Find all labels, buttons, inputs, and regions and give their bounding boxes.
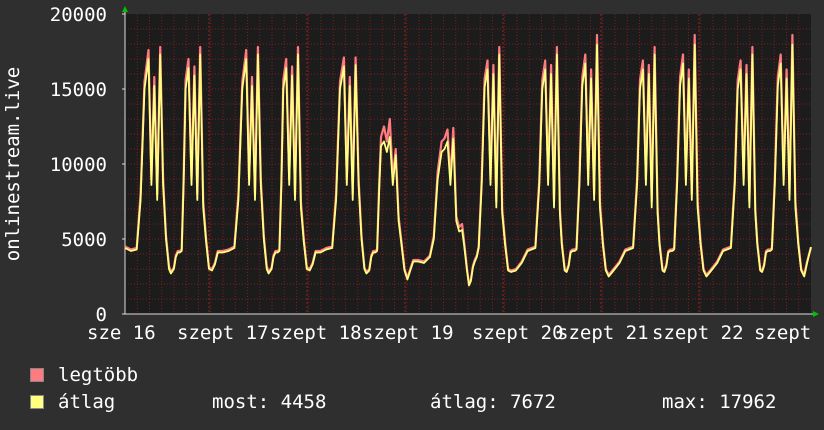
stat-avg: átlag: 7672 — [430, 391, 556, 413]
y-tick-label: 20000 — [50, 4, 107, 26]
x-axis: sze 16 szept 17 szept 18 szept 19 szept 20sz… — [87, 313, 813, 344]
stat-now: most: 4458 — [212, 391, 327, 413]
x-tick-label: szept — [754, 322, 811, 344]
x-tick-label: sze 16 — [87, 322, 156, 344]
x-tick-label: szept 21 — [557, 322, 649, 344]
legend-label-avg: átlag — [58, 391, 116, 413]
x-axis-arrow-icon — [813, 311, 819, 317]
y-tick-label: 10000 — [50, 154, 107, 176]
legend-item-avg: átlag — [30, 391, 115, 413]
x-tick-label: szept 22 — [652, 322, 744, 344]
chart-root: 0 5000 10000 15000 20000 sze 16 szept 17 szept… — [0, 0, 824, 430]
traffic-line-chart: 05000100001500020000 sze 16 szept 17 szept… — [2, 4, 819, 344]
legend-item-max: legtöbb — [30, 364, 138, 386]
x-tick-label: szept 20 — [472, 322, 564, 344]
x-tick-label: szept 17 — [177, 322, 269, 344]
y-axis-arrow-icon — [122, 6, 128, 12]
y-axis-label: onlinestream.live — [2, 67, 24, 261]
y-tick-label: 15000 — [50, 79, 107, 101]
x-tick-label: szept 18 — [270, 322, 362, 344]
y-tick-label: 5000 — [61, 229, 107, 251]
legend-swatch-max — [30, 368, 44, 382]
stat-max: max: 17962 — [662, 391, 777, 413]
legend-swatch-avg — [30, 395, 44, 409]
y-axis: 05000100001500020000 — [50, 4, 126, 326]
x-tick-label: szept 19 — [362, 322, 454, 344]
legend-label-max: legtöbb — [58, 364, 139, 386]
